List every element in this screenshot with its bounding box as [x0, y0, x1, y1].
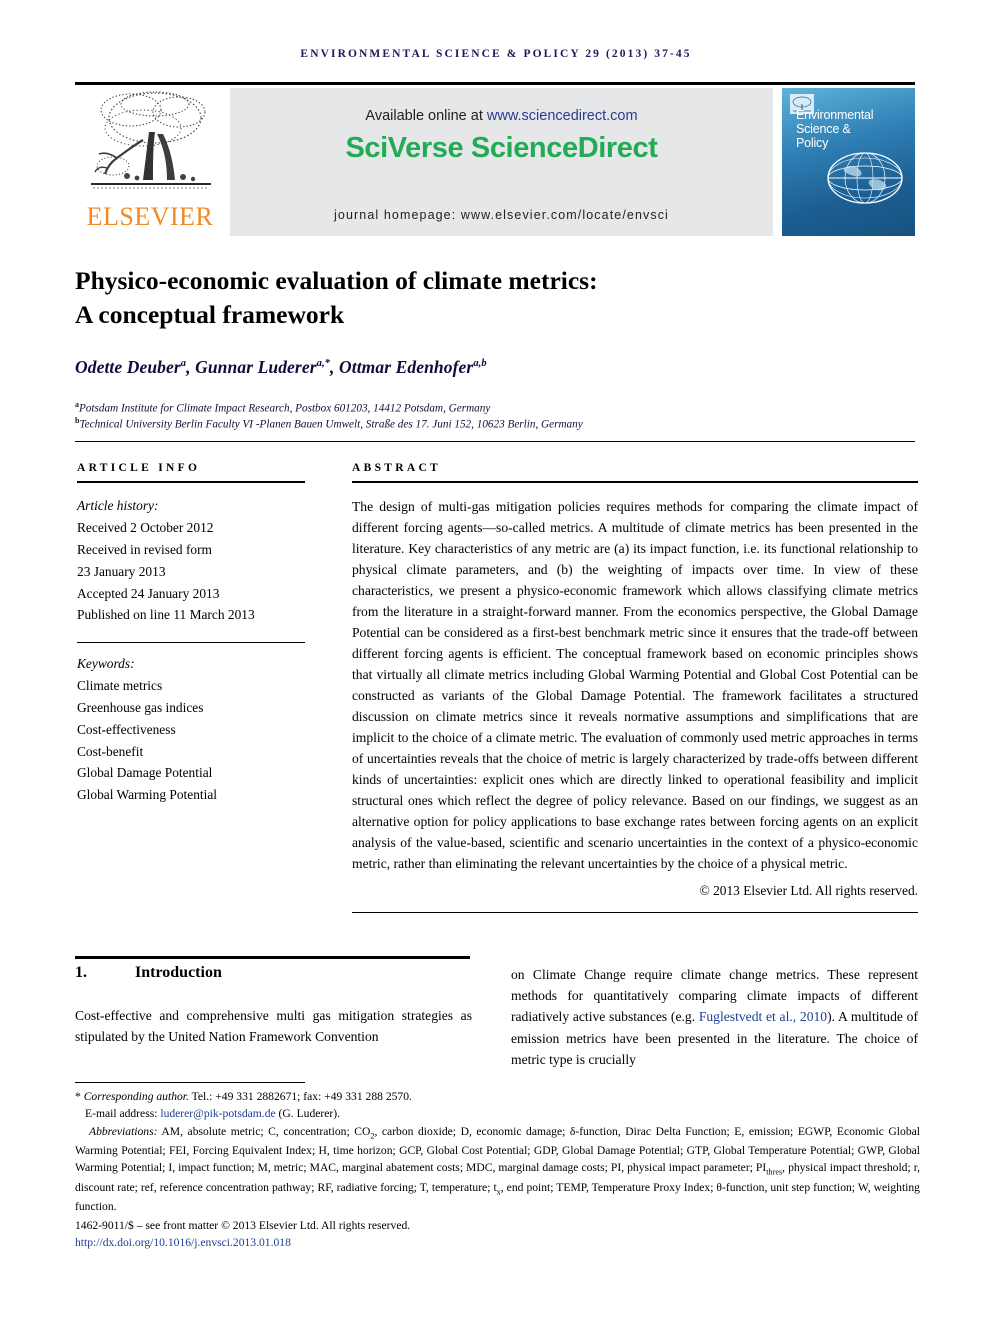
journal-header-band: ELSEVIER Available online at www.science… [75, 82, 915, 237]
abstract-bottom-rule [352, 912, 918, 913]
author-3-name: Ottmar Edenhofer [339, 357, 474, 377]
affiliation-b: bTechnical University Berlin Faculty VI … [75, 415, 875, 433]
author-3: Ottmar Edenhofera,b [339, 357, 487, 377]
history-item-3: Accepted 24 January 2013 [77, 585, 220, 601]
history-item-1: Received in revised form [77, 541, 212, 557]
abstract-text: The design of multi-gas mitigation polic… [352, 499, 918, 872]
title-line-2: A conceptual framework [75, 299, 345, 329]
corresponding-author-mark: * [75, 1090, 81, 1103]
section-number: 1. [75, 964, 87, 981]
body-top-rule [75, 956, 470, 959]
abbreviations-label: Abbreviations: [89, 1125, 158, 1139]
abstract-column: Abstract The design of multi-gas mitigat… [352, 462, 918, 899]
pi-thres-subscript: thres [766, 1167, 783, 1177]
cover-title: Environmental Science & Policy [796, 108, 874, 150]
history-item-0: Received 2 October 2012 [77, 520, 214, 536]
email-owner: (G. Luderer). [275, 1107, 341, 1121]
keyword-2: Cost-effectiveness [77, 721, 176, 737]
history-item-4: Published on line 11 March 2013 [77, 607, 255, 623]
abstract-copyright: © 2013 Elsevier Ltd. All rights reserved… [699, 883, 918, 899]
cover-title-line1: Environmental [796, 108, 874, 122]
author-1: Odette Deubera [75, 357, 186, 377]
elsevier-wordmark: ELSEVIER [86, 202, 214, 231]
available-online-prefix: Available online at [365, 108, 487, 124]
article-history: Article history: Received 2 October 2012… [77, 495, 305, 626]
article-info-label: Article info [77, 462, 201, 474]
running-head: Environmental Science & Policy 29 (2013)… [300, 48, 692, 60]
cover-title-line2: Science & [796, 122, 851, 136]
corresponding-author-contact: Tel.: +49 331 2882671; fax: +49 331 288 … [188, 1090, 412, 1103]
keywords-block: Keywords: Climate metrics Greenhouse gas… [77, 653, 305, 806]
author-2: Gunnar Luderera,* [195, 357, 330, 377]
keyword-3: Cost-benefit [77, 743, 144, 759]
abstract-rule [352, 481, 918, 484]
sciverse-word: SciVerse [345, 132, 471, 164]
email-link[interactable]: luderer@pik-potsdam.de [160, 1107, 275, 1120]
article-history-heading: Article history: [77, 498, 159, 514]
keywords-divider-rule [77, 642, 305, 644]
email-note: E-mail address: luderer@pik-potsdam.de (… [75, 1105, 920, 1122]
cover-artwork: Environmental Science & Policy [782, 88, 915, 236]
abbreviations-note: Abbreviations: AM, absolute metric; C, c… [75, 1123, 920, 1215]
section-heading-introduction: 1. Introduction [75, 964, 470, 982]
sciencedirect-word: ScienceDirect [470, 132, 658, 164]
citation-link-fuglestvedt[interactable]: Fuglestvedt et al., 2010 [699, 1009, 827, 1024]
author-2-name: Gunnar Luderer [195, 357, 317, 377]
author-list: Odette Deubera, Gunnar Luderera,*, Ottma… [75, 357, 487, 377]
author-1-marks: a [180, 358, 187, 370]
abbreviations-text-1: AM, absolute metric; C, concentration; C… [157, 1125, 371, 1139]
footnote-divider-rule [75, 1082, 305, 1083]
article-info-rule [77, 481, 305, 484]
author-divider-rule [75, 441, 915, 442]
article-info-column: Article info Article history: Received 2… [77, 462, 305, 806]
corresponding-author-label: Corresponding author. [83, 1090, 189, 1103]
author-1-name: Odette Deuber [75, 357, 181, 377]
journal-cover-image: Environmental Science & Policy [782, 88, 915, 236]
available-online-text: Available online at www.sciencedirect.co… [230, 108, 773, 124]
email-label: E-mail address: [85, 1107, 161, 1121]
elsevier-tree-icon [83, 88, 219, 196]
doi-link[interactable]: http://dx.doi.org/10.1016/j.envsci.2013.… [75, 1234, 920, 1251]
author-2-marks: a,* [316, 358, 331, 370]
sciencedirect-url[interactable]: www.sciencedirect.com [487, 108, 638, 124]
body-column-left: Cost-effective and comprehensive multi g… [75, 1008, 472, 1045]
history-item-2: 23 January 2013 [77, 563, 166, 579]
elsevier-logo: ELSEVIER [75, 88, 225, 236]
keyword-5: Global Warming Potential [77, 787, 217, 803]
globe-icon [827, 152, 903, 204]
sciencedirect-banner: Available online at www.sciencedirect.co… [230, 88, 773, 236]
journal-homepage-text[interactable]: journal homepage: www.elsevier.com/locat… [230, 208, 773, 222]
section-title: Introduction [135, 964, 222, 981]
article-page: Environmental Science & Policy 29 (2013)… [0, 0, 992, 1323]
keyword-0: Climate metrics [77, 678, 163, 694]
affiliation-b-text: Technical University Berlin Faculty VI -… [79, 418, 583, 431]
author-3-marks: a,b [473, 358, 487, 370]
affiliation-a-text: Potsdam Institute for Climate Impact Res… [79, 402, 491, 415]
abstract-label: Abstract [352, 462, 442, 474]
keyword-1: Greenhouse gas indices [77, 699, 204, 715]
cover-title-line3: Policy [796, 136, 829, 150]
page-title: Physico-economic evaluation of climate m… [75, 264, 775, 332]
keywords-heading: Keywords: [77, 656, 135, 672]
header-top-rule [75, 82, 915, 85]
corresponding-author-note: * Corresponding author. Tel.: +49 331 28… [75, 1088, 920, 1105]
keyword-4: Global Damage Potential [77, 765, 213, 781]
body-column-right: on Climate Change require climate change… [511, 964, 918, 1070]
sciverse-sciencedirect-logo[interactable]: SciVerse ScienceDirect [230, 132, 773, 165]
issn-line: 1462-9011/$ – see front matter © 2013 El… [75, 1219, 411, 1233]
title-line-1: Physico-economic evaluation of climate m… [75, 266, 598, 295]
footnote-block: * Corresponding author. Tel.: +49 331 28… [75, 1088, 920, 1251]
